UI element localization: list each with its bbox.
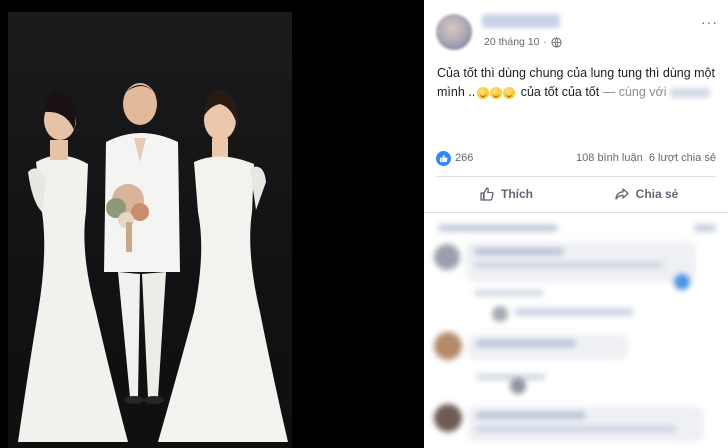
shares-count[interactable]: 6 lượt chia sẻ — [649, 152, 716, 164]
wedding-photo-illustration — [18, 83, 288, 442]
commenter-avatar[interactable] — [434, 244, 460, 270]
like-button[interactable]: Thích — [436, 178, 576, 210]
post-meta: 20 tháng 10 · — [484, 36, 562, 48]
like-reaction-icon[interactable] — [436, 151, 451, 166]
share-button-label: Chia sẻ — [635, 187, 679, 201]
emoji-group — [477, 86, 516, 99]
comment-bubble — [468, 334, 628, 360]
tagged-person-blurred[interactable] — [669, 87, 710, 98]
globe-icon[interactable] — [551, 36, 562, 48]
engagement-stats: 108 bình luận 6 lượt chia sẻ — [576, 152, 716, 164]
post-date[interactable]: 20 tháng 10 — [484, 36, 539, 48]
comments-blur-layer — [424, 214, 728, 448]
reply-text-blurred — [514, 308, 634, 316]
comment-text-blurred — [474, 262, 664, 268]
comment-actions-blurred[interactable] — [476, 374, 546, 380]
post-panel: 20 tháng 10 · ··· Của tốt thì dùng chung… — [424, 0, 728, 448]
post-text-line2-start: mình .. — [437, 85, 476, 99]
divider — [424, 212, 728, 213]
comment-author-blurred[interactable] — [476, 340, 576, 347]
author-avatar[interactable] — [436, 14, 472, 50]
reactions-bar: 266 108 bình luận 6 lượt chia sẻ — [436, 150, 718, 168]
post-photo[interactable] — [8, 12, 292, 448]
like-count[interactable]: 266 — [455, 152, 473, 164]
commenter-avatar[interactable] — [434, 332, 462, 360]
comment-actions-blurred[interactable] — [474, 290, 544, 296]
comments-count[interactable]: 108 bình luận — [576, 152, 643, 164]
comments-section-blurred — [424, 214, 728, 448]
smile-emoji-icon — [503, 86, 516, 99]
comment-author-blurred[interactable] — [476, 412, 586, 419]
author-name-blurred[interactable] — [482, 14, 560, 28]
share-arrow-icon — [615, 188, 629, 200]
more-horizontal-icon[interactable]: ··· — [701, 14, 718, 30]
thumbs-up-icon — [480, 187, 494, 201]
like-button-label: Thích — [501, 187, 533, 201]
post-header: 20 tháng 10 · ··· — [424, 0, 728, 60]
share-button[interactable]: Chia sẻ — [576, 178, 716, 210]
commenter-avatar[interactable] — [434, 404, 462, 432]
post-text-line2-end: của tốt của tốt — [520, 85, 600, 99]
divider — [436, 176, 716, 177]
tagged-prefix: — cùng với — [602, 85, 667, 99]
post-text: Của tốt thì dùng chung của lung tung thì… — [437, 64, 719, 102]
comment-text-blurred — [476, 426, 676, 432]
photo-viewer — [0, 0, 424, 448]
comments-filter-blurred[interactable] — [438, 224, 558, 232]
smile-emoji-icon — [477, 86, 490, 99]
meta-separator: · — [543, 36, 547, 48]
action-bar: Thích Chia sẻ — [436, 178, 716, 210]
smile-emoji-icon — [490, 86, 503, 99]
reply-avatar — [492, 306, 508, 322]
post-text-line1: Của tốt thì dùng chung của lung tung thì… — [437, 66, 715, 80]
reply-avatar — [510, 378, 526, 394]
comment-reaction-icon — [674, 274, 690, 290]
comment-author-blurred[interactable] — [474, 248, 564, 255]
comments-count-blurred — [694, 224, 716, 232]
